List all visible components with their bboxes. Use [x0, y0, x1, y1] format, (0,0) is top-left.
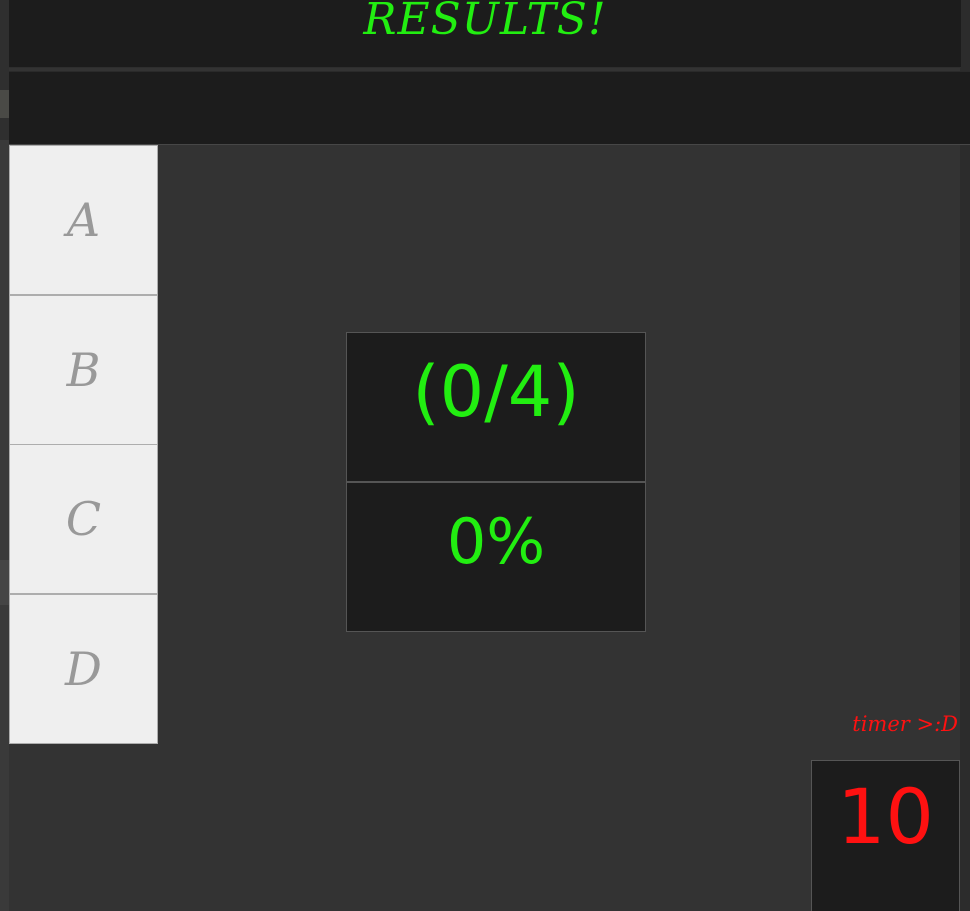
answer-b-button[interactable]: B: [9, 295, 158, 445]
timer-label: timer >:D: [852, 712, 958, 736]
answer-c-button[interactable]: C: [9, 444, 158, 594]
window-left-edge: [0, 0, 9, 911]
title-bar: RESULTS!: [9, 0, 961, 68]
page-title: RESULTS!: [363, 0, 607, 45]
answer-d-button[interactable]: D: [9, 594, 158, 744]
results-window: RESULTS! A B C D (0/4) 0% timer >:D 10: [0, 0, 970, 911]
score-fraction: (0/4): [346, 332, 646, 482]
sub-header-bar: [9, 71, 970, 145]
timer-value: 10: [811, 760, 960, 911]
answer-a-button[interactable]: A: [9, 145, 158, 295]
score-percent: 0%: [346, 482, 646, 632]
